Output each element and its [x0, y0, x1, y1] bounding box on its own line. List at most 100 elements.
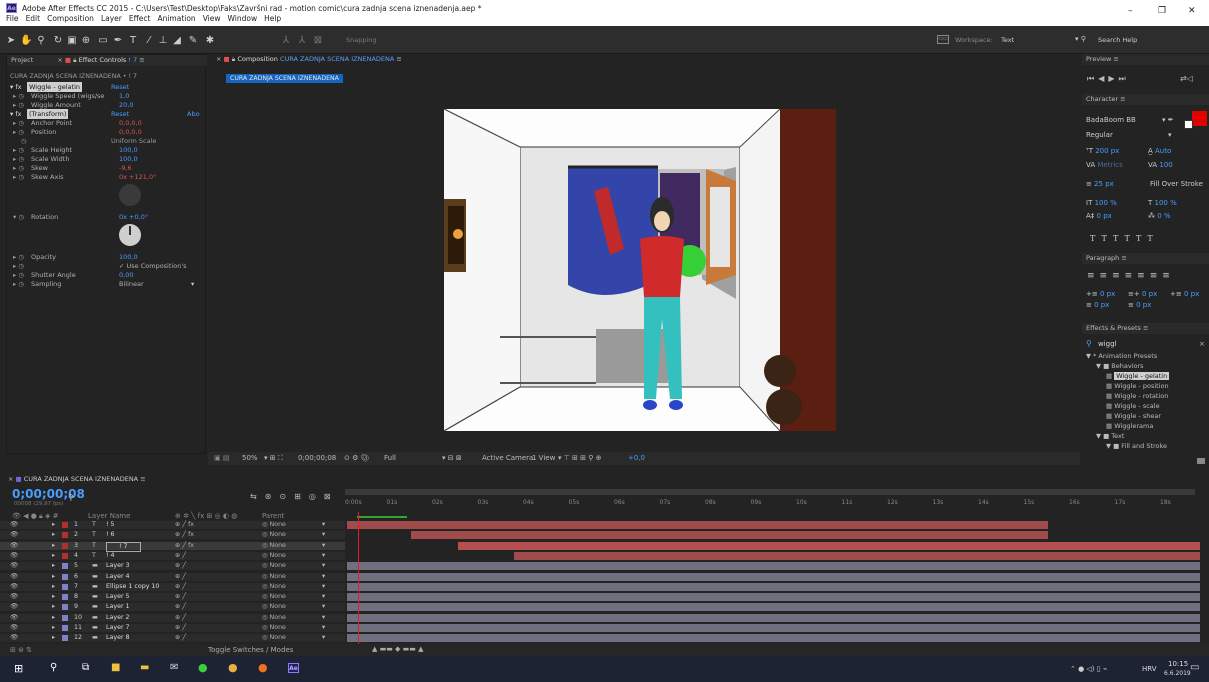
layer-name[interactable]: Layer 8 [106, 634, 130, 642]
layer-label-color[interactable] [62, 635, 68, 642]
twirl-icon[interactable]: ▸ [52, 634, 55, 642]
panel-menu-icon[interactable]: ≡ [139, 56, 144, 64]
layer-duration-bar[interactable] [347, 582, 1200, 591]
visibility-eye-icon[interactable]: 👁︎ [10, 614, 18, 622]
layer-duration-bar[interactable] [347, 624, 1200, 632]
grid-options-icon[interactable]: ▾ ⊞ ⛶ [264, 454, 283, 463]
maximize-button[interactable]: ❐ [1158, 6, 1166, 16]
region-of-interest-icon[interactable]: ▾ ⊟ ⊠ [442, 454, 462, 462]
layer-row[interactable]: 👁︎ ▸ 6 ▬ Layer 4 ⊕ ╱ ◎ None ▾ [0, 572, 345, 581]
indent-first-row[interactable]: +≡ 0 px [1170, 290, 1199, 298]
stroke-width-row[interactable]: ≡ 25 px [1086, 180, 1114, 188]
eyedropper-icon[interactable]: ▾ ✒ [1162, 116, 1174, 124]
layer-switches-icon[interactable]: ⊕ ╱ fx [175, 542, 194, 550]
twirl-icon[interactable]: ▸ [52, 562, 55, 570]
twirl-icon[interactable]: ▸ [52, 614, 55, 622]
twirl-icon[interactable]: ▸ [52, 583, 55, 591]
parent-dropdown[interactable]: ◎ None [262, 634, 286, 642]
kerning-row[interactable]: VA Metrics [1086, 161, 1123, 169]
always-preview-icon[interactable]: ▣ ▤ [214, 454, 229, 462]
time-ruler[interactable]: 0:00s 01s 02s 03s 04s 05s 06s 07s 08s 09s 10s 11s 12… [345, 487, 1200, 518]
property-value[interactable]: Bilinear [119, 279, 144, 289]
after-effects-taskbar-icon[interactable]: Ae [288, 663, 299, 673]
whatsapp-icon[interactable]: ● [198, 661, 208, 674]
tab-timeline[interactable]: CURA ZADNJA SCENA IZNENADENA [24, 475, 138, 483]
property-value[interactable]: 0x +0,0° [119, 212, 148, 222]
tab-composition[interactable]: Composition [237, 55, 278, 63]
effects-search-input[interactable]: wiggl [1098, 340, 1117, 348]
dropdown-arrow-icon[interactable]: ▾ [322, 583, 325, 591]
effects-tree-item[interactable]: ▦ Wiggle - scale [1106, 401, 1160, 411]
parent-dropdown[interactable]: ◎ None [262, 521, 286, 529]
ec-row[interactable]: ▸ ◷ Sampling Bilinear ▾ [7, 279, 207, 289]
system-tray-icons[interactable]: ⌃ ● ◁) ▯ ⌁ [1070, 665, 1107, 673]
layer-switches-icon[interactable]: ⊕ ╱ [175, 634, 186, 642]
layer-switches-icon[interactable]: ⊕ ╱ [175, 562, 186, 570]
view-options-icon[interactable]: ▾ ⊤ ⊞ ⊞ ⚲ ⊕ [558, 454, 601, 462]
visibility-eye-icon[interactable]: 👁︎ [10, 603, 18, 611]
effects-tree-item[interactable]: ▼ ■ Text [1096, 431, 1124, 441]
layer-label-color[interactable] [62, 522, 68, 528]
firefox-icon[interactable]: ● [258, 661, 268, 674]
layer-label-color[interactable] [62, 563, 68, 570]
layer-switches-icon[interactable]: ⊕ ╱ [175, 603, 186, 611]
layer-switches-icon[interactable]: ⊕ ╱ fx [175, 531, 194, 539]
windows-start-icon[interactable]: ⊞ [14, 662, 23, 675]
dropdown-arrow-icon[interactable]: ▾ [322, 614, 325, 622]
fill-color-swatch[interactable] [1192, 111, 1207, 126]
clock-time[interactable]: 10:15 [1168, 660, 1188, 668]
axis-local-icon[interactable]: ⅄ [280, 35, 292, 46]
font-family-dropdown[interactable]: BadaBoom BB [1086, 116, 1136, 124]
close-button[interactable]: ✕ [1188, 6, 1196, 16]
notifications-icon[interactable]: ▭ [1190, 662, 1199, 673]
twirl-icon[interactable]: ▸ [52, 521, 55, 529]
layer-name[interactable]: Layer 5 [106, 593, 130, 601]
panel-menu-icon[interactable]: ≡ [396, 55, 401, 63]
taskbar-search-icon[interactable]: ⚲ [50, 662, 57, 673]
layer-duration-bar[interactable] [347, 593, 1200, 602]
property-value[interactable]: 0x +121,0° [119, 172, 156, 182]
layer-row[interactable]: 👁︎ ▸ 1 T ! 5 ⊕ ╱ fx ◎ None ▾ [0, 521, 345, 529]
tab-effect-controls[interactable]: Effect Controls [79, 56, 127, 64]
visibility-eye-icon[interactable]: 👁︎ [10, 562, 18, 570]
layer-switches-icon[interactable]: ⊕ ╱ [175, 573, 186, 581]
effects-tree-item[interactable]: ▦ Wiggle - position [1106, 381, 1169, 391]
menu-layer[interactable]: Layer [101, 14, 122, 23]
loop-audio-icon[interactable]: ⇄◁ [1180, 74, 1193, 83]
layer-name[interactable]: ! 6 [106, 531, 115, 539]
eraser-tool-icon[interactable]: ◢ [171, 35, 183, 46]
parent-dropdown[interactable]: ◎ None [262, 583, 286, 591]
layer-label-color[interactable] [62, 542, 68, 549]
effects-tree-item[interactable]: ▦ Wiggle - gelatin [1106, 371, 1170, 381]
camera-tool-icon[interactable]: ▣ [66, 35, 78, 46]
toggle-switches-modes[interactable]: Toggle Switches / Modes [208, 646, 293, 654]
current-time-display[interactable]: 0;00;00;08 [298, 454, 336, 462]
visibility-eye-icon[interactable]: 👁︎ [10, 521, 18, 529]
layer-label-color[interactable] [62, 552, 68, 559]
dropdown-arrow-icon[interactable]: ▾ [322, 603, 325, 611]
comp-viewer-canvas[interactable] [444, 109, 836, 431]
dropdown-arrow-icon[interactable]: ▾ [322, 521, 325, 529]
layer-duration-bar[interactable] [513, 551, 1200, 560]
magnification-dropdown[interactable]: 50% [242, 454, 258, 462]
dropdown-arrow-icon[interactable]: ▾ [191, 279, 194, 289]
zoom-slider[interactable]: ▲ ▬▬ ◆ ▬▬ ▲ [372, 645, 424, 653]
clock-date[interactable]: 6.6.2019 [1164, 670, 1191, 677]
input-language[interactable]: HRV [1142, 665, 1157, 673]
work-area-bar[interactable] [345, 489, 1195, 495]
zoom-tool-icon[interactable]: ⚲ [35, 35, 47, 46]
task-view-icon[interactable]: ⧉ [82, 662, 89, 673]
skew-axis-dial[interactable] [119, 184, 141, 206]
parent-dropdown[interactable]: ◎ None [262, 562, 286, 570]
twirl-icon[interactable]: ▸ [52, 542, 55, 550]
rotate-tool-icon[interactable]: ↻ [52, 35, 64, 46]
twirl-icon[interactable]: ▸ [52, 552, 55, 560]
playback-controls-icon[interactable]: ⏮◀▶⏭ [1087, 74, 1130, 84]
view-layout-dropdown[interactable]: 1 View [532, 454, 555, 462]
layer-label-color[interactable] [62, 532, 68, 539]
layer-switches-icon[interactable]: ⊕ ╱ fx [175, 521, 194, 529]
effects-tree-item[interactable]: ▦ Wiggle - rotation [1106, 391, 1168, 401]
pan-behind-tool-icon[interactable]: ⊕ [80, 35, 92, 46]
timeline-search-icon[interactable]: ⚲ [68, 493, 74, 502]
close-icon[interactable]: × [57, 56, 62, 64]
